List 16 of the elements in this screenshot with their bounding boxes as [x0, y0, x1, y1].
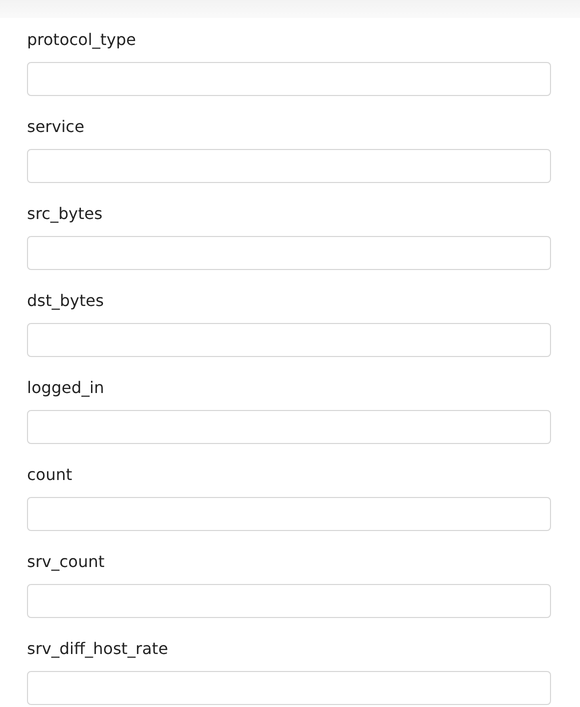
field-label: protocol_type — [27, 29, 136, 51]
field-label: count — [27, 464, 72, 486]
field-label: srv_count — [27, 551, 105, 573]
input-field[interactable] — [27, 671, 551, 705]
field-label: src_bytes — [27, 203, 102, 225]
input-field[interactable] — [27, 584, 551, 618]
input-field[interactable] — [27, 497, 551, 531]
field-label: dst_bytes — [27, 290, 104, 312]
input-field[interactable] — [27, 236, 551, 270]
input-field[interactable] — [27, 410, 551, 444]
input-field[interactable] — [27, 323, 551, 357]
input-field[interactable] — [27, 149, 551, 183]
field-label: logged_in — [27, 377, 104, 399]
field-label: srv_diff_host_rate — [27, 638, 168, 660]
field-label: service — [27, 116, 84, 138]
input-field[interactable] — [27, 62, 551, 96]
